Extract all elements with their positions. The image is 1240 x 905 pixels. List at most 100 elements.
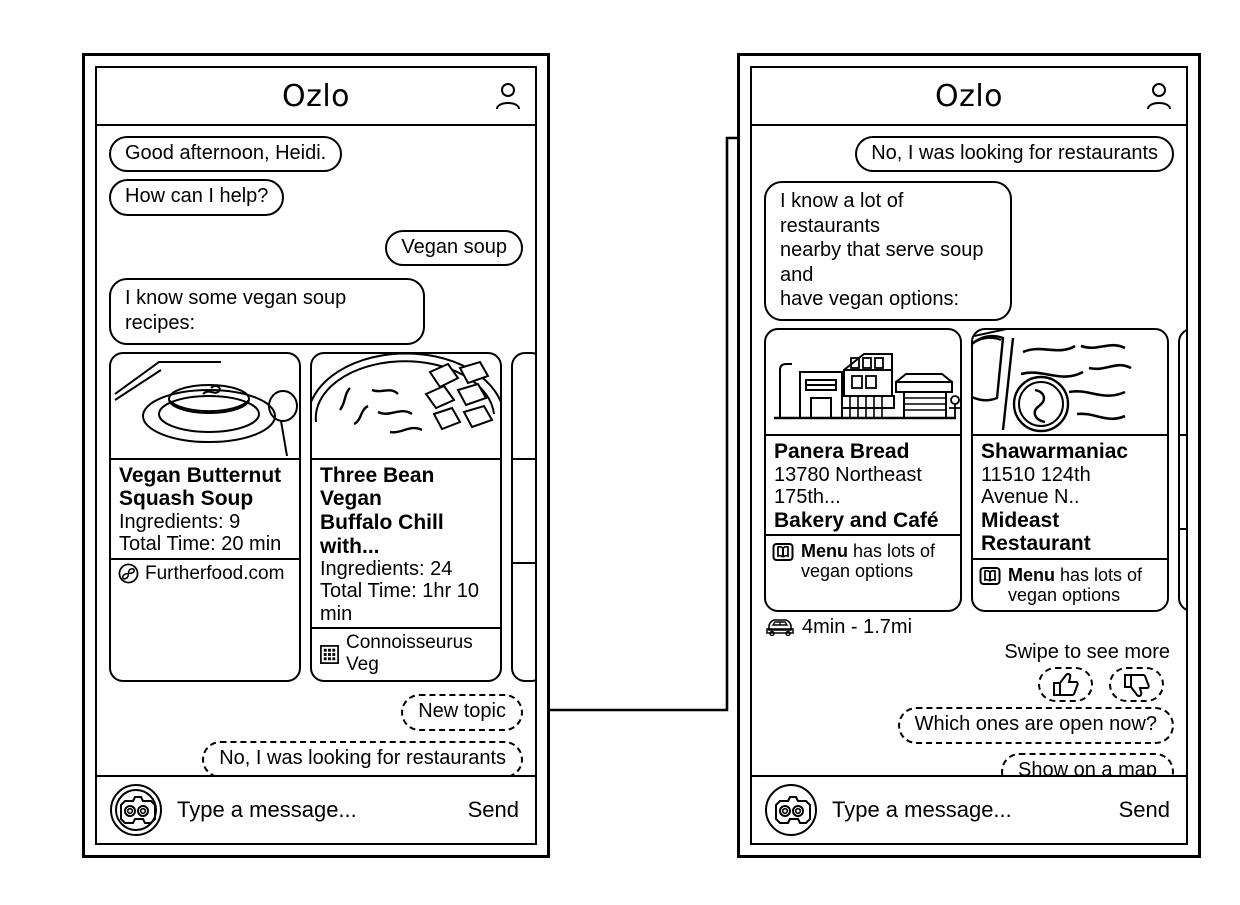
recipe-source[interactable]: Connoisseurus Veg	[312, 627, 500, 680]
recipe-card[interactable]: Three Bean Vegan Buffalo Chill with... I…	[310, 351, 502, 683]
menu-label: Menu	[801, 541, 848, 562]
recipe-card-body: Vegan Butternut Squash Soup Ingredients:…	[111, 460, 299, 558]
restaurant-card-body: Shawarmaniac 11510 124th Avenue N.. Mide…	[973, 436, 1167, 557]
soup-bowl-illustration	[111, 354, 299, 460]
message-row: Vegan soup	[109, 229, 523, 267]
recipe-card[interactable]: Vegan Butternut Squash Soup Ingredients:…	[109, 351, 301, 683]
menu-note-rest: has lots of	[1055, 564, 1143, 585]
thumbs-down-icon	[1124, 673, 1150, 697]
suggestion-chip-open-now[interactable]: Which ones are open now?	[897, 706, 1174, 744]
recipe-card-carousel[interactable]: Vegan Butternut Squash Soup Ingredients:…	[109, 351, 535, 683]
restaurant-card[interactable]: Shawarmaniac 11510 124th Avenue N.. Mide…	[971, 328, 1169, 612]
message-input[interactable]: Type a message...	[177, 797, 454, 823]
bot-intro-bubble: I know some vegan soup recipes:	[109, 278, 425, 345]
recipe-title-line-2: Squash Soup	[119, 487, 254, 511]
send-button[interactable]: Send	[468, 797, 519, 823]
recipe-title-line-1: Vegan Butternut	[119, 463, 282, 487]
restaurant-card[interactable]: Panera Bread 13780 Northeast 175th... Ba…	[764, 328, 962, 612]
menu-note-rest: has lots of	[848, 541, 936, 562]
recipe-card-partial[interactable]	[511, 351, 535, 683]
recipe-title-line-1: Three Bean Vegan	[320, 463, 435, 511]
app-header-right: Ozlo	[752, 68, 1186, 126]
send-button[interactable]: Send	[1119, 797, 1170, 823]
drive-time-text: 4min - 1.7mi	[802, 615, 913, 638]
card-foot-partial	[1180, 528, 1186, 579]
bot-message-bubble: Good afternoon, Heidi.	[109, 136, 343, 173]
bot-intro-bubble: I know a lot of restaurants nearby that …	[764, 181, 1012, 322]
diagram-canvas: Ozlo Good afternoon, Heidi. How can I he…	[0, 0, 1240, 905]
recipe-total-time: Total Time: 20 min	[119, 533, 282, 556]
pinwheel-logo-icon	[118, 563, 139, 584]
app-header-left: Ozlo	[97, 68, 535, 126]
user-message-bubble: No, I was looking for restaurants	[855, 136, 1174, 173]
intro-line-2: nearby that serve soup and	[780, 239, 984, 286]
recipe-source-label: Furtherfood.com	[145, 562, 285, 584]
restaurant-card-partial[interactable]	[1178, 328, 1186, 612]
message-row: Good afternoon, Heidi.	[109, 136, 523, 173]
feedback-row	[764, 666, 1174, 702]
menu-note-text: Menu has lots of vegan options	[1008, 564, 1142, 605]
suggestion-chip-show-map[interactable]: Show on a map	[1001, 752, 1174, 775]
suggestion-row: New topic	[109, 694, 523, 732]
menu-label: Menu	[1008, 564, 1055, 585]
recipe-total-time: Total Time: 1hr 10 min	[320, 580, 479, 625]
restaurant-card-body: Panera Bread 13780 Northeast 175th... Ba…	[766, 436, 960, 534]
phone-mockup-right: Ozlo No, I was looking for restaurants I…	[737, 53, 1201, 858]
restaurant-name: Panera Bread	[774, 440, 910, 464]
restaurant-category: Mideast Restaurant	[981, 508, 1091, 556]
restaurant-name: Shawarmaniac	[981, 440, 1129, 464]
bot-message-bubble: How can I help?	[109, 179, 285, 216]
chat-thread-left[interactable]: Good afternoon, Heidi. How can I help? V…	[97, 126, 535, 775]
phone-screen-right: Ozlo No, I was looking for restaurants I…	[750, 66, 1188, 845]
recipe-ingredients: Ingredients: 9	[119, 510, 241, 533]
intro-line-1: I know a lot of restaurants	[780, 190, 904, 237]
book-menu-icon	[772, 543, 794, 562]
restaurant-card-carousel[interactable]: Panera Bread 13780 Northeast 175th... Ba…	[764, 328, 1186, 612]
message-composer-right[interactable]: Type a message... Send	[752, 775, 1186, 843]
phone-mockup-left: Ozlo Good afternoon, Heidi. How can I he…	[82, 53, 550, 858]
suggestion-row: Show on a map	[764, 752, 1174, 775]
bot-avatar-icon	[110, 784, 162, 836]
app-title: Ozlo	[281, 78, 351, 114]
recipe-card-body: Three Bean Vegan Buffalo Chill with... I…	[312, 460, 500, 627]
chili-bowl-illustration	[312, 353, 500, 460]
recipe-title-line-2: Buffalo Chill with...	[320, 510, 444, 558]
message-input[interactable]: Type a message...	[832, 797, 1105, 823]
restaurant-address: 13780 Northeast 175th...	[774, 463, 922, 509]
grid-logo-icon	[320, 644, 339, 664]
user-message-bubble: Vegan soup	[385, 229, 523, 267]
restaurant-address: 11510 124th Avenue N..	[981, 463, 1091, 509]
recipe-source[interactable]: Furtherfood.com	[111, 557, 299, 589]
suggestion-chip-restaurants[interactable]: No, I was looking for restaurants	[202, 741, 523, 775]
suggestion-chip-new-topic[interactable]: New topic	[401, 694, 523, 732]
thumbs-up-chip[interactable]	[1038, 666, 1093, 702]
card-body-partial	[513, 460, 535, 562]
phone-screen-left: Ozlo Good afternoon, Heidi. How can I he…	[95, 66, 537, 845]
app-title: Ozlo	[934, 78, 1004, 114]
card-thumb-partial	[513, 354, 535, 460]
restaurant-category: Bakery and Café	[774, 508, 939, 532]
menu-note-text: Menu has lots of vegan options	[801, 540, 935, 581]
restaurant-menu-note[interactable]: Menu has lots of vegan options	[973, 557, 1167, 610]
intro-line-1: I know some vegan soup	[125, 287, 347, 310]
intro-line-2: recipes:	[125, 311, 196, 334]
person-icon[interactable]	[1146, 82, 1172, 110]
drive-time-row: 4min - 1.7mi	[766, 616, 1174, 639]
suggestion-row: No, I was looking for restaurants	[109, 741, 523, 775]
recipe-source-label: Connoisseurus Veg	[346, 632, 473, 676]
menu-note-line2: vegan options	[801, 561, 914, 582]
message-row: I know a lot of restaurants nearby that …	[764, 181, 1174, 322]
card-thumb-partial	[1180, 330, 1186, 437]
chat-thread-right[interactable]: No, I was looking for restaurants I know…	[752, 126, 1186, 775]
thumbs-down-chip[interactable]	[1109, 666, 1164, 702]
restaurant-menu-note[interactable]: Menu has lots of vegan options	[766, 534, 960, 586]
book-menu-icon	[979, 566, 1001, 585]
message-row: How can I help?	[109, 179, 523, 216]
card-body-partial	[1180, 436, 1186, 528]
intro-line-3: have vegan options:	[780, 287, 960, 310]
message-row: I know some vegan soup recipes:	[109, 278, 523, 345]
card-foot-partial	[513, 561, 535, 593]
person-icon[interactable]	[495, 82, 521, 110]
storefront-illustration	[766, 330, 960, 437]
message-composer-left[interactable]: Type a message... Send	[97, 775, 535, 843]
